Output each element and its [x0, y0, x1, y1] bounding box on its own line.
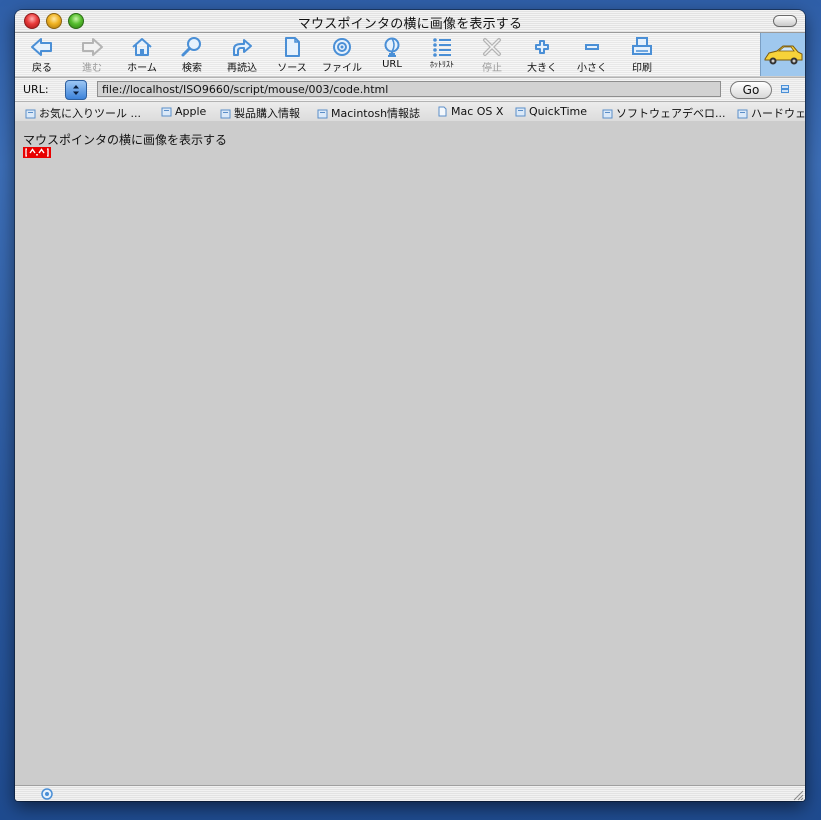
- page-icon: [438, 106, 447, 117]
- url-input[interactable]: file://localhost/ISO9660/script/mouse/00…: [97, 81, 721, 97]
- favorite-label: Macintosh情報誌: [331, 107, 421, 120]
- title-bar[interactable]: マウスポインタの横に画像を表示する: [15, 10, 805, 33]
- minus-icon: [585, 44, 599, 50]
- list-icon: [433, 38, 451, 57]
- url-label: URL: [382, 59, 402, 70]
- favorite-folder-quicktime[interactable]: QuickTime: [515, 105, 587, 118]
- favorite-folder-tools[interactable]: お気に入りツール ...: [25, 105, 141, 121]
- page-content[interactable]: マウスポインタの横に画像を表示する: [15, 121, 805, 785]
- plus-icon: [535, 40, 549, 54]
- folder-icon: [515, 107, 526, 117]
- target-icon: [333, 38, 351, 56]
- favorite-label: Apple: [175, 105, 207, 118]
- favorite-folder-developer[interactable]: ソフトウェアデベロ...: [602, 105, 726, 121]
- stop-button[interactable]: 停止: [467, 35, 517, 75]
- folder-icon: [602, 109, 613, 119]
- stop-x-icon: [483, 38, 501, 56]
- search-button[interactable]: 検索: [167, 35, 217, 75]
- car-logo-icon: [764, 45, 803, 65]
- address-label: URL:: [23, 83, 49, 96]
- favorites-bar: お気に入りツール ... Apple 製品購入情報 Macintosh情報誌 M…: [15, 101, 805, 122]
- browser-window: マウスポインタの横に画像を表示する 戻る 進む ホーム 検索 再読込 ソース フ…: [15, 10, 805, 801]
- go-button[interactable]: Go: [730, 81, 772, 99]
- folder-icon: [220, 109, 231, 119]
- favorite-label: お気に入りツール ...: [39, 107, 141, 120]
- reload-button[interactable]: 再読込: [217, 35, 267, 75]
- source-button[interactable]: ソース: [267, 35, 317, 75]
- forward-label: 進む: [82, 63, 102, 74]
- back-arrow-icon: [31, 38, 52, 56]
- url-button[interactable]: URL: [367, 35, 417, 75]
- home-label: ホーム: [127, 63, 157, 74]
- hotlist-button[interactable]: ﾎｯﾄﾘｽﾄ: [417, 35, 467, 75]
- page-holder-icon[interactable]: [781, 85, 789, 93]
- back-button[interactable]: 戻る: [17, 35, 67, 75]
- history-popup-button[interactable]: [65, 80, 87, 100]
- resize-grip-icon[interactable]: [792, 789, 804, 801]
- page-heading-text: マウスポインタの横に画像を表示する: [23, 133, 228, 147]
- bigger-button[interactable]: 大きく: [517, 35, 567, 75]
- search-label: 検索: [182, 63, 202, 74]
- hotlist-label: ﾎｯﾄﾘｽﾄ: [430, 60, 454, 69]
- favorite-label: 製品購入情報: [234, 107, 300, 120]
- file-label: ファイル: [322, 63, 362, 74]
- favorite-folder-products[interactable]: 製品購入情報: [220, 105, 300, 121]
- status-bar: [15, 785, 805, 801]
- stop-label: 停止: [482, 63, 502, 74]
- bigger-label: 大きく: [527, 63, 557, 74]
- window-title: マウスポインタの横に画像を表示する: [297, 17, 523, 32]
- folder-icon: [317, 109, 328, 119]
- browser-logo[interactable]: [760, 33, 805, 76]
- favorite-label: QuickTime: [529, 105, 588, 118]
- folder-icon: [737, 109, 748, 119]
- favorite-folder-magazines[interactable]: Macintosh情報誌: [317, 105, 420, 121]
- connection-status-icon: [41, 788, 53, 800]
- print-label: 印刷: [632, 63, 652, 74]
- smaller-label: 小さく: [577, 63, 607, 74]
- home-icon: [132, 38, 152, 56]
- smaller-button[interactable]: 小さく: [567, 35, 617, 75]
- reload-label: 再読込: [227, 63, 257, 74]
- reload-icon: [233, 39, 252, 56]
- search-icon: [181, 37, 201, 57]
- folder-icon: [25, 109, 36, 119]
- up-down-arrows-icon: [73, 85, 79, 95]
- forward-arrow-icon: [82, 38, 103, 56]
- favorite-link-macosx[interactable]: Mac OS X: [437, 105, 503, 118]
- favorite-folder-apple[interactable]: Apple: [161, 105, 206, 118]
- document-icon: [285, 37, 300, 57]
- pointer-face-image: [23, 147, 51, 158]
- folder-icon: [161, 107, 172, 117]
- favorite-label: ハードウェ: [751, 107, 805, 120]
- favorite-label: ソフトウェアデベロ...: [616, 107, 726, 120]
- print-button[interactable]: 印刷: [617, 35, 667, 75]
- source-label: ソース: [277, 63, 307, 74]
- printer-icon: [632, 37, 652, 55]
- toolbar-toggle-button[interactable]: [773, 15, 797, 27]
- globe-stand-icon: [384, 37, 400, 57]
- back-label: 戻る: [32, 63, 52, 74]
- favorite-folder-hardware[interactable]: ハードウェ: [737, 105, 805, 121]
- address-bar: URL: file://localhost/ISO9660/script/mou…: [15, 77, 805, 101]
- forward-button[interactable]: 進む: [67, 35, 117, 75]
- file-button[interactable]: ファイル: [317, 35, 367, 75]
- favorite-label: Mac OS X: [451, 105, 504, 118]
- toolbar: 戻る 進む ホーム 検索 再読込 ソース ファイル URL ﾎｯﾄﾘｽﾄ 停止 …: [15, 33, 805, 76]
- home-button[interactable]: ホーム: [117, 35, 167, 75]
